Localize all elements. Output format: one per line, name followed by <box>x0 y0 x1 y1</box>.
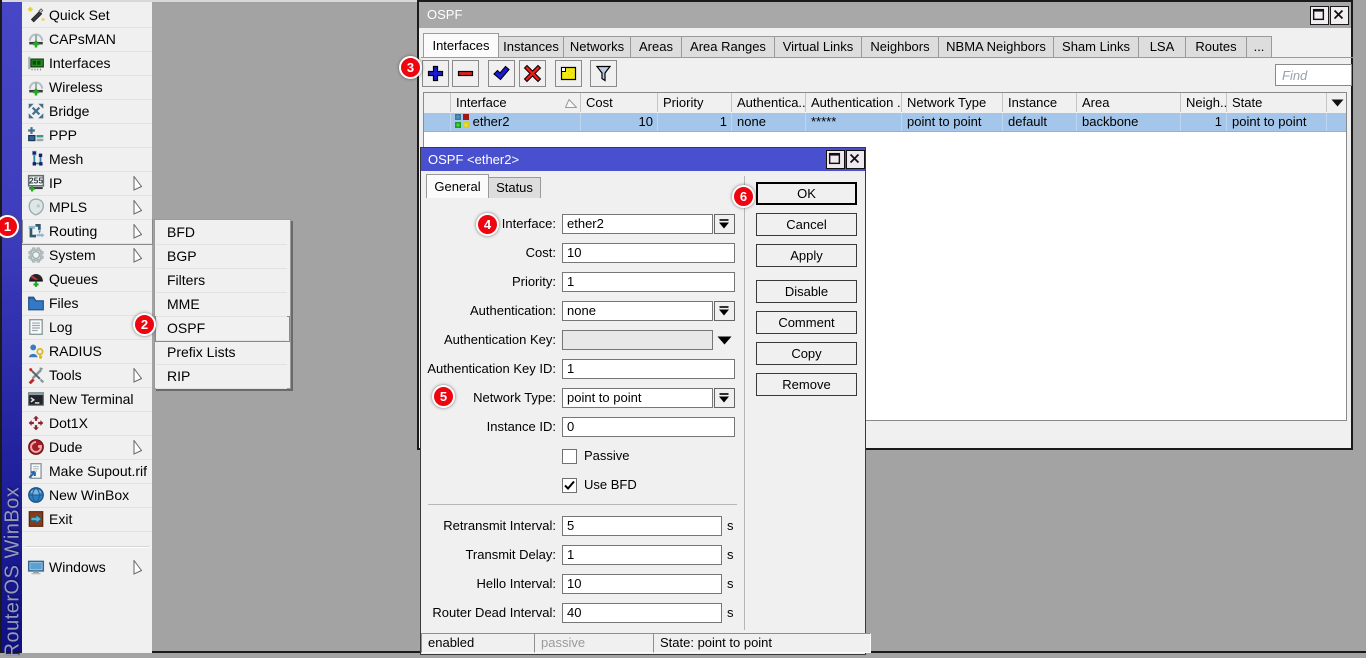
svg-text:255: 255 <box>29 176 43 186</box>
